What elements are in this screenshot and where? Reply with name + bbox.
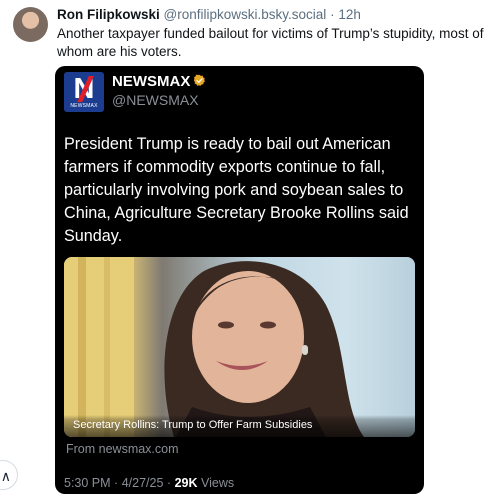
views-count: 29K (174, 476, 198, 490)
post: Ron Filipkowski @ronfilipkowski.bsky.soc… (0, 0, 502, 500)
avatar[interactable] (13, 7, 48, 42)
embed-account-name-text: NEWSMAX (112, 73, 191, 90)
embed-time[interactable]: 5:30 PM (64, 476, 111, 490)
post-text: Another taxpayer funded bailout for vict… (57, 26, 484, 59)
post-header: Ron Filipkowski @ronfilipkowski.bsky.soc… (57, 6, 492, 24)
image-caption: Secretary Rollins: Trump to Offer Farm S… (64, 415, 415, 437)
portrait-illustration (64, 257, 364, 437)
meta-separator: · (114, 476, 119, 490)
article-image[interactable]: Secretary Rollins: Trump to Offer Farm S… (64, 257, 415, 437)
author-handle[interactable]: @ronfilipkowski.bsky.social (164, 7, 327, 22)
article-source[interactable]: From newsmax.com (66, 442, 179, 456)
embed-account-name[interactable]: NEWSMAX (112, 73, 206, 91)
author-name[interactable]: Ron Filipkowski (57, 7, 160, 22)
post-timestamp[interactable]: 12h (338, 7, 361, 22)
embedded-post[interactable]: N NEWSMAX NEWSMAX @NEWSMAX President Tru… (55, 66, 424, 494)
logo-word: NEWSMAX (70, 103, 98, 109)
embed-meta: 5:30 PM · 4/27/25 · 29K Views (64, 476, 234, 490)
verified-badge-icon (194, 74, 206, 86)
views-label: Views (200, 476, 235, 490)
header-separator: · (330, 7, 335, 22)
embed-account-handle[interactable]: @NEWSMAX (112, 91, 199, 109)
newsmax-logo[interactable]: N NEWSMAX (64, 72, 104, 112)
chevron-up-icon: ∧ (0, 468, 11, 484)
scroll-to-top-button[interactable]: ∧ (0, 460, 18, 490)
meta-separator-2: · (166, 476, 172, 490)
embed-text: President Trump is ready to bail out Ame… (64, 135, 409, 245)
embed-date[interactable]: 4/27/25 (122, 476, 164, 490)
